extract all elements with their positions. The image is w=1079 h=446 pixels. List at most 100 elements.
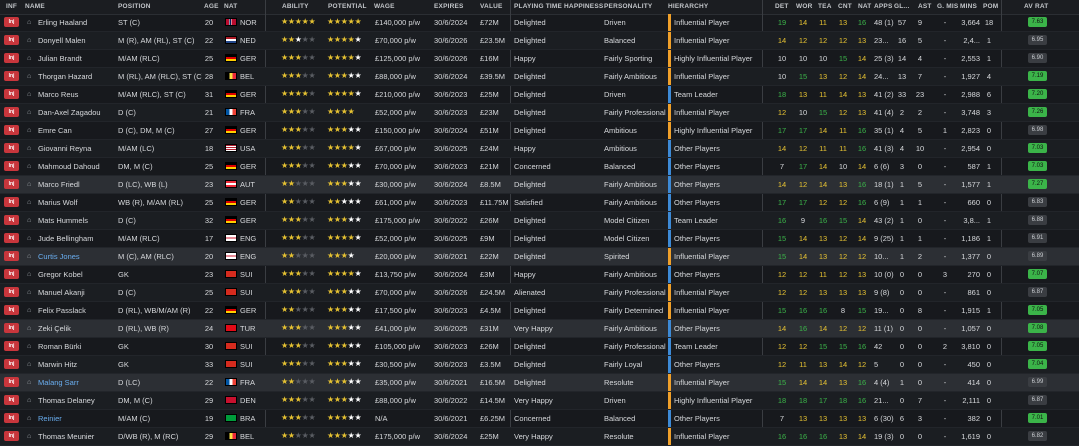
- table-row[interactable]: Inj ⌂ Thomas Delaney DM, M (C) 29 DEN ★★★★★ ★★★…: [0, 392, 1079, 410]
- player-name[interactable]: Zeki Çelik: [38, 324, 116, 333]
- col-position[interactable]: POSITION: [118, 3, 151, 10]
- player-name[interactable]: Marco Reus: [38, 90, 116, 99]
- col-personality[interactable]: PERSONALITY: [604, 3, 652, 10]
- injury-badge[interactable]: Inj: [4, 287, 19, 297]
- player-name[interactable]: Felix Passlack: [38, 306, 116, 315]
- injury-badge[interactable]: Inj: [4, 323, 19, 333]
- player-name[interactable]: Thomas Delaney: [38, 396, 116, 405]
- injury-badge[interactable]: Inj: [4, 107, 19, 117]
- col-gmis[interactable]: G. MIS: [937, 3, 958, 10]
- player-name[interactable]: Dan-Axel Zagadou: [38, 108, 116, 117]
- player-name[interactable]: Mahmoud Dahoud: [38, 162, 116, 171]
- injury-badge[interactable]: Inj: [4, 125, 19, 135]
- table-row[interactable]: Inj ⌂ Julian Brandt M/AM (RLC) 25 GER ★★★★★ ★★★…: [0, 50, 1079, 68]
- injury-badge[interactable]: Inj: [4, 377, 19, 387]
- col-det[interactable]: DET: [775, 3, 789, 10]
- player-name[interactable]: Julian Brandt: [38, 54, 116, 63]
- average-rating-badge: 6.98: [1028, 125, 1047, 135]
- col-wor[interactable]: WOR: [796, 3, 813, 10]
- player-name[interactable]: Manuel Akanji: [38, 288, 116, 297]
- attr-tea: 16: [818, 306, 828, 315]
- table-row[interactable]: Inj ⌂ Marco Friedl D (LC), WB (L) 23 AUT ★★★★★…: [0, 176, 1079, 194]
- table-row[interactable]: Inj ⌂ Curtis Jones M (C), AM (RLC) 20 ENG ★★★★…: [0, 248, 1079, 266]
- table-row[interactable]: Inj ⌂ Emre Can D (C), DM, M (C) 27 GER ★★★★★ ★★…: [0, 122, 1079, 140]
- col-age[interactable]: AGE: [204, 3, 219, 10]
- injury-badge[interactable]: Inj: [4, 215, 19, 225]
- player-name[interactable]: Emre Can: [38, 126, 116, 135]
- col-nat[interactable]: NAT: [224, 3, 237, 10]
- table-row[interactable]: Inj ⌂ Roman Bürki GK 30 SUI ★★★★★ ★★★★★ £105,000…: [0, 338, 1079, 356]
- table-row[interactable]: Inj ⌂ Jude Bellingham M/AM (RLC) 17 ENG ★★★★★ ★…: [0, 230, 1079, 248]
- player-name[interactable]: Malang Sarr: [38, 378, 116, 387]
- table-row[interactable]: Inj ⌂ Donyell Malen M (R), AM (RL), ST (C) 2…: [0, 32, 1079, 50]
- injury-badge[interactable]: Inj: [4, 197, 19, 207]
- injury-badge[interactable]: Inj: [4, 179, 19, 189]
- col-mins[interactable]: MINS: [960, 3, 977, 10]
- player-name[interactable]: Marwin Hitz: [38, 360, 116, 369]
- player-name[interactable]: Donyell Malen: [38, 36, 116, 45]
- col-pom[interactable]: POM: [983, 3, 998, 10]
- player-name[interactable]: Gregor Kobel: [38, 270, 116, 279]
- injury-badge[interactable]: Inj: [4, 251, 19, 261]
- injury-badge[interactable]: Inj: [4, 143, 19, 153]
- table-row[interactable]: Inj ⌂ Reinier M/AM (C) 19 BRA ★★★★★ ★★★★★ N/A 30/…: [0, 410, 1079, 428]
- table-row[interactable]: Inj ⌂ Mahmoud Dahoud DM, M (C) 25 GER ★★★★★ ★★★…: [0, 158, 1079, 176]
- col-tea[interactable]: TEA: [818, 3, 832, 10]
- table-row[interactable]: Inj ⌂ Manuel Akanji D (C) 25 SUI ★★★★★ ★★★★★ £70…: [0, 284, 1079, 302]
- col-wage[interactable]: WAGE: [374, 3, 395, 10]
- table-row[interactable]: Inj ⌂ Zeki Çelik D (RL), WB (R) 24 TUR ★★★★★ ★★…: [0, 320, 1079, 338]
- player-name[interactable]: Erling Haaland: [38, 18, 116, 27]
- player-name[interactable]: Thorgan Hazard: [38, 72, 116, 81]
- col-gls[interactable]: GL...: [894, 3, 909, 10]
- injury-badge[interactable]: Inj: [4, 53, 19, 63]
- table-row[interactable]: Inj ⌂ Malang Sarr D (LC) 22 FRA ★★★★★ ★★★★★ £35,…: [0, 374, 1079, 392]
- injury-badge[interactable]: Inj: [4, 431, 19, 441]
- injury-badge[interactable]: Inj: [4, 161, 19, 171]
- table-row[interactable]: Inj ⌂ Felix Passlack D (RL), WB/M/AM (R) 22 G…: [0, 302, 1079, 320]
- table-row[interactable]: Inj ⌂ Giovanni Reyna M/AM (LC) 18 USA ★★★★★ ★★★…: [0, 140, 1079, 158]
- col-nat2[interactable]: NAT: [858, 3, 871, 10]
- player-name[interactable]: Thomas Meunier: [38, 432, 116, 441]
- table-row[interactable]: Inj ⌂ Thorgan Hazard M (RL), AM (RLC), ST (…: [0, 68, 1079, 86]
- injury-badge[interactable]: Inj: [4, 71, 19, 81]
- player-name[interactable]: Reinier: [38, 414, 116, 423]
- col-value[interactable]: VALUE: [480, 3, 503, 10]
- player-name[interactable]: Jude Bellingham: [38, 234, 116, 243]
- col-inf[interactable]: INF: [6, 3, 17, 10]
- col-pth[interactable]: PLAYING TIME HAPPINESS: [514, 3, 603, 10]
- player-name[interactable]: Marco Friedl: [38, 180, 116, 189]
- injury-badge[interactable]: Inj: [4, 89, 19, 99]
- table-row[interactable]: Inj ⌂ Marius Wolf WB (R), M/AM (RL) 25 GER ★★★…: [0, 194, 1079, 212]
- table-row[interactable]: Inj ⌂ Mats Hummels D (C) 32 GER ★★★★★ ★★★★★ £175…: [0, 212, 1079, 230]
- col-hierarchy[interactable]: HIERARCHY: [668, 3, 708, 10]
- player-name[interactable]: Marius Wolf: [38, 198, 116, 207]
- injury-badge[interactable]: Inj: [4, 17, 19, 27]
- col-ast[interactable]: AST: [918, 3, 932, 10]
- player-hierarchy: Other Players: [674, 198, 720, 207]
- col-name[interactable]: NAME: [25, 3, 45, 10]
- table-row[interactable]: Inj ⌂ Marwin Hitz GK 33 SUI ★★★★★ ★★★★★ £30,500 …: [0, 356, 1079, 374]
- col-potential[interactable]: POTENTIAL: [328, 3, 367, 10]
- injury-badge[interactable]: Inj: [4, 413, 19, 423]
- injury-badge[interactable]: Inj: [4, 359, 19, 369]
- col-cnt[interactable]: CNT: [838, 3, 852, 10]
- injury-badge[interactable]: Inj: [4, 341, 19, 351]
- col-expires[interactable]: EXPIRES: [434, 3, 464, 10]
- injury-badge[interactable]: Inj: [4, 35, 19, 45]
- player-name[interactable]: Roman Bürki: [38, 342, 116, 351]
- table-row[interactable]: Inj ⌂ Dan-Axel Zagadou D (C) 21 FRA ★★★★★ ★★★★ £…: [0, 104, 1079, 122]
- col-apps[interactable]: APPS: [874, 3, 893, 10]
- player-name[interactable]: Giovanni Reyna: [38, 144, 116, 153]
- col-ability[interactable]: ABILITY: [282, 3, 309, 10]
- injury-badge[interactable]: Inj: [4, 269, 19, 279]
- table-row[interactable]: Inj ⌂ Gregor Kobel GK 23 SUI ★★★★★ ★★★★★ £13,750…: [0, 266, 1079, 284]
- injury-badge[interactable]: Inj: [4, 395, 19, 405]
- col-avrat[interactable]: AV RAT: [1024, 3, 1048, 10]
- table-row[interactable]: Inj ⌂ Marco Reus M/AM (RLC), ST (C) 31 GER ★★★…: [0, 86, 1079, 104]
- player-position: M (C), AM (RLC): [118, 252, 174, 261]
- player-name[interactable]: Curtis Jones: [38, 252, 116, 261]
- injury-badge[interactable]: Inj: [4, 233, 19, 243]
- player-name[interactable]: Mats Hummels: [38, 216, 116, 225]
- injury-badge[interactable]: Inj: [4, 305, 19, 315]
- table-row[interactable]: Inj ⌂ Erling Haaland ST (C) 20 NOR ★★★★★ ★★★★★ £…: [0, 14, 1079, 32]
